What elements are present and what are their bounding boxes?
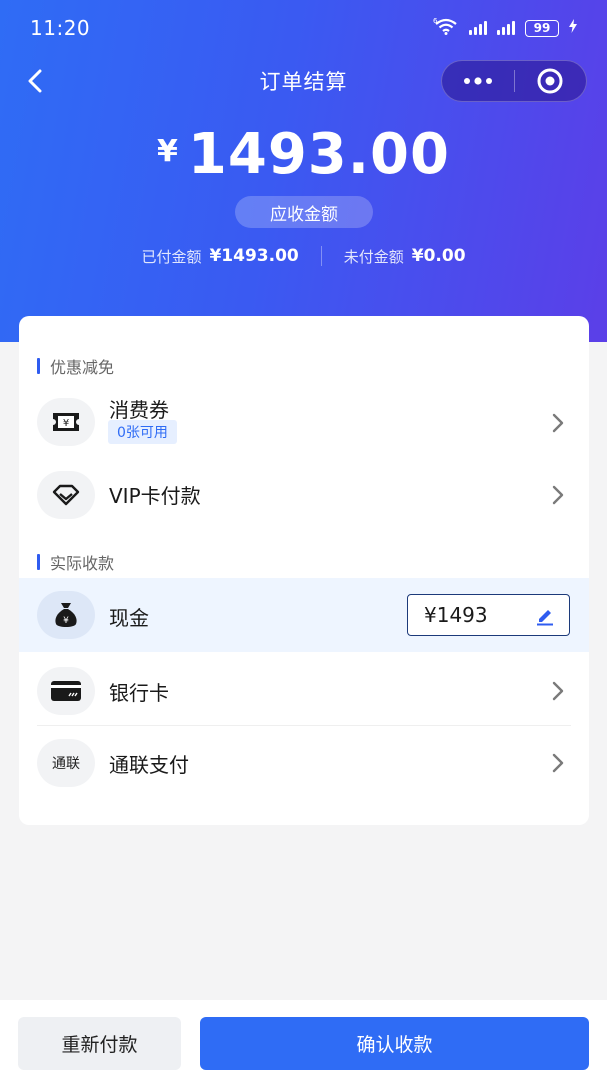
status-bar: 11:20 6 99 (0, 0, 607, 56)
signal-icon-2 (497, 21, 515, 35)
cash-row[interactable]: ¥ 现金 ¥1493 (19, 578, 589, 652)
amount-value: 1493.00 (187, 122, 450, 187)
discount-section-title: 优惠减免 (37, 354, 114, 378)
chevron-right-icon (552, 681, 564, 701)
cash-amount-value: ¥1493 (424, 603, 488, 627)
cash-label: 现金 (109, 606, 149, 630)
row-divider (37, 725, 571, 726)
edit-icon[interactable] (535, 606, 555, 626)
amount-display: ¥1493.00 (0, 122, 607, 187)
payment-summary: 已付金额 ¥1493.00 未付金额 ¥0.00 (0, 243, 607, 269)
allinpay-label: 通联支付 (109, 753, 189, 777)
coupon-icon: ¥ (37, 398, 95, 446)
mini-program-capsule (441, 60, 587, 102)
signal-icon (469, 21, 487, 35)
close-mini-program-button[interactable] (515, 61, 587, 101)
paid-label: 已付金额 (141, 247, 202, 266)
confirm-payment-button[interactable]: 确认收款 (200, 1017, 589, 1070)
payment-card: 优惠减免 ¥ 消费券 0张可用 VIP卡付款 实际收款 ¥ 现金 ¥1493 银… (19, 316, 589, 825)
network-type: 6 (433, 17, 438, 25)
unpaid-value: ¥0.00 (411, 246, 466, 266)
bank-card-label: 银行卡 (109, 681, 169, 705)
page-title: 订单结算 (259, 70, 348, 94)
unpaid-label: 未付金额 (343, 247, 404, 266)
allinpay-row[interactable]: 通联 通联支付 (19, 728, 589, 798)
allinpay-logo: 通联 (37, 739, 95, 787)
allinpay-logo-text: 通联 (52, 756, 80, 772)
amount-currency: ¥ (157, 134, 178, 169)
target-circle-icon (537, 68, 563, 94)
status-icons: 6 99 (433, 17, 577, 39)
summary-divider (320, 246, 322, 266)
amount-label: 应收金额 (235, 196, 373, 228)
battery-indicator: 99 (525, 19, 559, 37)
svg-text:¥: ¥ (63, 616, 69, 626)
money-bag-icon: ¥ (37, 591, 95, 639)
cash-amount-input[interactable]: ¥1493 (407, 594, 570, 636)
chevron-left-icon (28, 69, 42, 93)
section-marker (37, 554, 40, 570)
coupon-count-badge: 0张可用 (108, 420, 177, 444)
more-button[interactable] (442, 61, 514, 101)
chevron-right-icon (552, 753, 564, 773)
back-button[interactable] (20, 66, 50, 96)
bank-card-row[interactable]: 银行卡 (19, 656, 589, 726)
coupon-row[interactable]: ¥ 消费券 (19, 386, 589, 458)
diamond-icon (37, 471, 95, 519)
repay-button[interactable]: 重新付款 (18, 1017, 181, 1070)
section-marker (37, 358, 40, 374)
coupon-label: 消费券 (109, 398, 169, 422)
paid-value: ¥1493.00 (209, 246, 299, 266)
chevron-right-icon (552, 413, 564, 433)
chevron-right-icon (552, 485, 564, 505)
discount-section-label: 优惠减免 (50, 358, 115, 377)
bank-card-icon (37, 667, 95, 715)
more-dots-icon (463, 77, 492, 85)
nav-bar: 订单结算 (0, 56, 607, 106)
bottom-action-bar: 重新付款 确认收款 (0, 1000, 607, 1080)
status-time: 11:20 (30, 16, 91, 40)
payment-section-title: 实际收款 (37, 550, 114, 574)
wifi-icon: 6 (433, 17, 459, 39)
payment-section-label: 实际收款 (50, 554, 115, 573)
charging-icon (569, 19, 577, 37)
vip-card-row[interactable]: VIP卡付款 (19, 464, 589, 526)
svg-text:¥: ¥ (63, 418, 69, 429)
vip-card-label: VIP卡付款 (109, 484, 201, 508)
